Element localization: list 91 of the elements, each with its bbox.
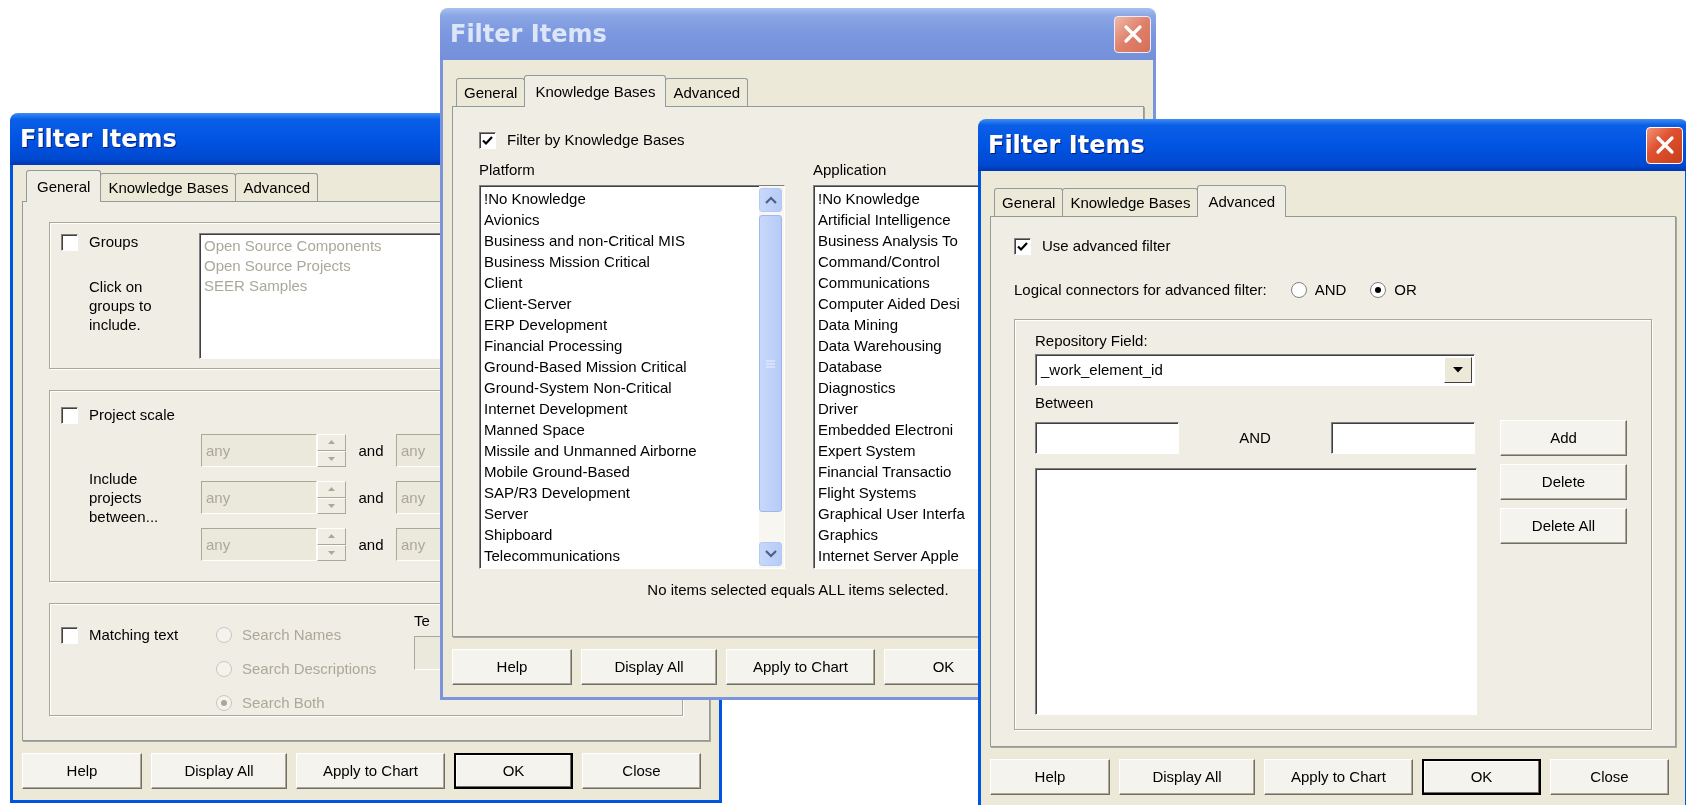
text-field[interactable] bbox=[1331, 422, 1475, 454]
caret-icon bbox=[1453, 367, 1463, 373]
hint-text: Include projects between... bbox=[89, 469, 160, 526]
tab[interactable]: General bbox=[456, 78, 526, 106]
dialog-button[interactable]: Delete bbox=[1500, 464, 1627, 500]
and-label: AND bbox=[1238, 429, 1272, 447]
dialog-button[interactable]: Help bbox=[452, 649, 572, 685]
list-item[interactable]: Server bbox=[484, 503, 755, 524]
dialog-button[interactable]: Delete All bbox=[1500, 508, 1627, 544]
chevron-up-icon bbox=[763, 195, 778, 205]
list-item[interactable]: Ground-Based Mission Critical bbox=[484, 356, 755, 377]
checkbox[interactable] bbox=[61, 406, 78, 424]
tab[interactable]: Advanced bbox=[665, 78, 749, 106]
radio-label: AND bbox=[1314, 281, 1347, 299]
triangle-down-icon bbox=[328, 503, 335, 508]
list-item[interactable]: Missile and Unmanned Airborne bbox=[484, 440, 755, 461]
list-item[interactable]: Ground-System Non-Critical bbox=[484, 377, 755, 398]
radio-label: Search Both bbox=[242, 694, 325, 712]
field-label: Between bbox=[1035, 394, 1095, 412]
list-item[interactable]: Telecommunications bbox=[484, 545, 755, 566]
triangle-down-icon bbox=[328, 456, 335, 461]
list-item[interactable]: Internet Development bbox=[484, 398, 755, 419]
tab[interactable]: General bbox=[26, 170, 102, 202]
radio-label: Search Descriptions bbox=[242, 660, 377, 678]
checkbox[interactable] bbox=[61, 626, 78, 644]
list-item[interactable]: Shipboard bbox=[484, 524, 755, 545]
dropdown[interactable]: _work_element_id bbox=[1035, 354, 1475, 386]
list-item[interactable]: SAP/R3 Development bbox=[484, 482, 755, 503]
dialog-button[interactable]: Display All bbox=[151, 753, 287, 789]
scroll-down-button[interactable] bbox=[759, 542, 782, 566]
window-title: Filter Items bbox=[450, 19, 607, 49]
and-label: and bbox=[357, 535, 385, 554]
dialog-button[interactable]: Display All bbox=[1119, 759, 1255, 795]
window-title: Filter Items bbox=[988, 130, 1145, 160]
dropdown-button[interactable] bbox=[1444, 357, 1472, 383]
dialog-button[interactable]: Close bbox=[1550, 759, 1669, 795]
dialog-button[interactable]: Help bbox=[22, 753, 142, 789]
close-icon bbox=[1654, 135, 1675, 155]
list-item[interactable]: Manned Space bbox=[484, 419, 755, 440]
list-box[interactable] bbox=[479, 185, 785, 569]
checkbox-label: Use advanced filter bbox=[1042, 237, 1171, 255]
window-title: Filter Items bbox=[20, 124, 177, 154]
dialog-button[interactable]: OK bbox=[454, 753, 573, 789]
spin-up-button[interactable] bbox=[317, 528, 346, 545]
and-label: and bbox=[357, 488, 385, 507]
dialog-button[interactable]: OK bbox=[1422, 759, 1541, 795]
radio-button[interactable] bbox=[1290, 282, 1307, 298]
field-label: Te bbox=[414, 612, 431, 630]
checkbox[interactable] bbox=[1014, 237, 1031, 255]
scroll-thumb[interactable] bbox=[759, 215, 782, 512]
dialog-button[interactable]: Apply to Chart bbox=[1264, 759, 1413, 795]
tab[interactable]: General bbox=[994, 188, 1064, 216]
text-field[interactable] bbox=[1035, 422, 1179, 454]
connector-label: Logical connectors for advanced filter: bbox=[1014, 281, 1267, 299]
radio-button[interactable] bbox=[1370, 282, 1387, 298]
checkbox-label: Groups bbox=[89, 233, 139, 251]
dialog-button[interactable]: Apply to Chart bbox=[296, 753, 445, 789]
dialog-button[interactable]: Apply to Chart bbox=[726, 649, 875, 685]
triangle-up-icon bbox=[328, 440, 335, 445]
note-text: No items selected equals ALL items selected. bbox=[646, 581, 950, 599]
dialog-button[interactable]: Display All bbox=[581, 649, 717, 685]
checkbox-label: Project scale bbox=[89, 406, 175, 424]
tab[interactable]: Advanced bbox=[235, 173, 319, 201]
spin-up-button[interactable] bbox=[317, 481, 346, 498]
checkbox-label: Matching text bbox=[89, 626, 179, 644]
close-icon bbox=[1122, 24, 1143, 44]
tab[interactable]: Advanced bbox=[1197, 185, 1287, 217]
field-label: Repository Field: bbox=[1035, 332, 1149, 350]
tab[interactable]: Knowledge Bases bbox=[524, 75, 667, 107]
checkbox-label: Filter by Knowledge Bases bbox=[507, 131, 685, 149]
list-item[interactable]: Avionics bbox=[484, 209, 755, 230]
radio-label: Search Names bbox=[242, 626, 342, 644]
list-item[interactable]: Mobile Ground-Based bbox=[484, 461, 755, 482]
hint-text: Click on groups to include. bbox=[89, 277, 153, 334]
list-item[interactable]: !No Knowledge bbox=[484, 188, 755, 209]
checkbox[interactable] bbox=[479, 131, 496, 149]
list-title: Application bbox=[813, 161, 888, 180]
triangle-down-icon bbox=[328, 550, 335, 555]
triangle-up-icon bbox=[328, 534, 335, 539]
triangle-up-icon bbox=[328, 487, 335, 492]
dialog-button[interactable]: Help bbox=[990, 759, 1110, 795]
close-button[interactable] bbox=[1114, 15, 1151, 53]
and-label: and bbox=[357, 441, 385, 460]
scrollbar[interactable] bbox=[759, 186, 784, 568]
spin-up-button[interactable] bbox=[317, 434, 346, 451]
radio-label: OR bbox=[1394, 281, 1417, 299]
dialog-button[interactable]: Add bbox=[1500, 420, 1627, 456]
dialog-button[interactable]: Close bbox=[582, 753, 701, 789]
scroll-up-button[interactable] bbox=[759, 188, 782, 212]
chevron-down-icon bbox=[763, 549, 778, 559]
list-title: Platform bbox=[479, 161, 536, 180]
